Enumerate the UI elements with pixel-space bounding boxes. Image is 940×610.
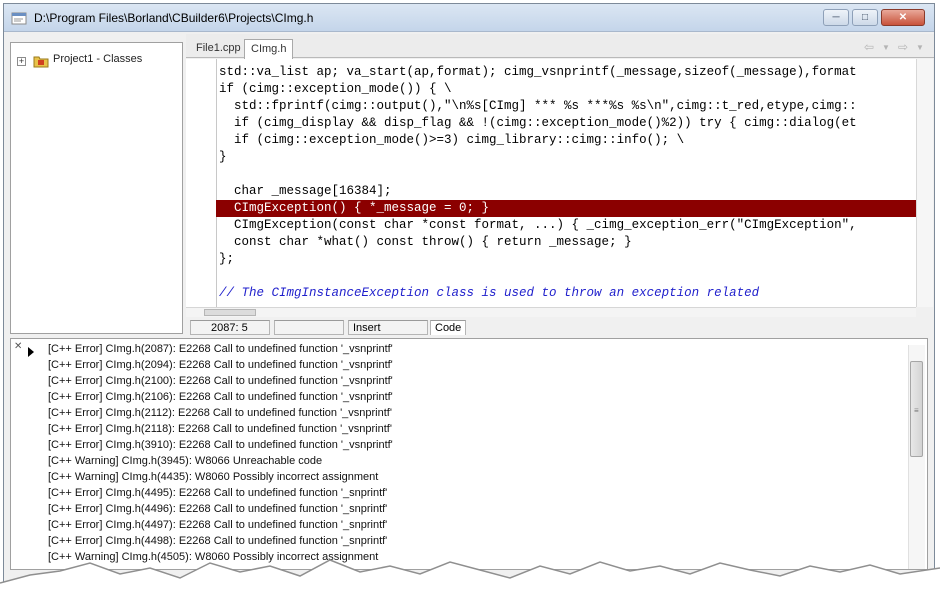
editor-tabstrip: File1.cpp CImg.h ⇦ ▼ ⇨ ▼ xyxy=(186,34,934,59)
project-manager-panel: + Project1 - Classes xyxy=(10,42,183,334)
editor-horizontal-scrollbar[interactable] xyxy=(186,307,916,317)
minimize-button[interactable]: ─ xyxy=(823,9,849,26)
app-icon xyxy=(11,12,27,25)
message-line[interactable]: [C++ Error] CImg.h(2118): E2268 Call to … xyxy=(48,423,392,435)
code-editor: File1.cpp CImg.h ⇦ ▼ ⇨ ▼ std::va_list ap… xyxy=(186,34,934,336)
nav-forward-dropdown-icon[interactable]: ▼ xyxy=(916,43,924,52)
code-line: } xyxy=(219,150,227,164)
code-line: char _message[16384]; xyxy=(219,184,392,198)
message-line[interactable]: [C++ Warning] CImg.h(4435): W8060 Possib… xyxy=(48,471,378,483)
tab-code-view[interactable]: Code xyxy=(430,320,466,335)
message-line[interactable]: [C++ Error] CImg.h(4498): E2268 Call to … xyxy=(48,535,387,547)
message-view: ✕ [C++ Error] CImg.h(2087): E2268 Call t… xyxy=(10,338,928,570)
nav-back-dropdown-icon[interactable]: ▼ xyxy=(882,43,890,52)
editor-hscroll-thumb[interactable] xyxy=(204,309,256,316)
message-line[interactable]: [C++ Error] CImg.h(4496): E2268 Call to … xyxy=(48,503,387,515)
tab-cimg-h[interactable]: CImg.h xyxy=(244,39,294,59)
message-line[interactable]: [C++ Error] CImg.h(2112): E2268 Call to … xyxy=(48,407,392,419)
code-line: std::va_list ap; va_start(ap,format); ci… xyxy=(219,65,857,79)
window-title: D:\Program Files\Borland\CBuilder6\Proje… xyxy=(34,11,314,25)
project-node-label[interactable]: Project1 - Classes xyxy=(53,53,142,65)
message-line[interactable]: [C++ Error] CImg.h(4495): E2268 Call to … xyxy=(48,487,387,499)
maximize-button[interactable]: □ xyxy=(852,9,878,26)
cursor-position: 2087: 5 xyxy=(190,320,270,335)
message-line[interactable]: [C++ Warning] CImg.h(3945): W8066 Unreac… xyxy=(48,455,322,467)
grip-icon: ≡ xyxy=(914,406,919,415)
close-button[interactable]: ✕ xyxy=(881,9,925,26)
gutter-divider xyxy=(216,59,217,307)
code-line-comment: // The CImgInstanceException class is us… xyxy=(219,286,760,300)
modified-indicator xyxy=(274,320,344,335)
code-line: }; xyxy=(219,252,235,266)
code-line: std::fprintf(cimg::output(),"\n%s[CImg] … xyxy=(219,99,857,113)
close-icon[interactable]: ✕ xyxy=(14,341,22,352)
tree-expander-icon[interactable]: + xyxy=(17,57,26,66)
tab-file1-cpp[interactable]: File1.cpp xyxy=(190,39,247,58)
message-arrow-icon xyxy=(28,347,34,357)
message-line[interactable]: [C++ Error] CImg.h(4497): E2268 Call to … xyxy=(48,519,387,531)
message-line[interactable]: [C++ Error] CImg.h(3910): E2268 Call to … xyxy=(48,439,393,451)
nav-back-icon[interactable]: ⇦ xyxy=(864,40,874,54)
insert-mode: Insert xyxy=(348,320,428,335)
tab-build[interactable]: Build xyxy=(34,574,75,592)
message-line[interactable]: [C++ Error] CImg.h(2100): E2268 Call to … xyxy=(48,375,393,387)
message-scroll-thumb[interactable]: ≡ xyxy=(910,361,923,457)
editor-status-bar: 2087: 5 Insert Code xyxy=(186,318,934,336)
message-line[interactable]: [C++ Error] CImg.h(2106): E2268 Call to … xyxy=(48,391,393,403)
code-line-breakpoint: CImgException() { *_message = 0; } xyxy=(216,200,916,217)
message-line[interactable]: [C++ Warning] CImg.h(4505): W8060 Possib… xyxy=(48,551,378,563)
editor-vertical-scrollbar[interactable] xyxy=(916,59,933,307)
nav-forward-icon[interactable]: ⇨ xyxy=(898,40,908,54)
title-bar: D:\Program Files\Borland\CBuilder6\Proje… xyxy=(4,4,934,32)
code-line: if (cimg::exception_mode()) { \ xyxy=(219,82,452,96)
code-line: const char *what() const throw() { retur… xyxy=(219,235,632,249)
ide-window: D:\Program Files\Borland\CBuilder6\Proje… xyxy=(3,3,935,601)
project-icon xyxy=(33,56,49,68)
code-line: CImgException(const char *const format, … xyxy=(219,218,857,232)
code-text-area[interactable]: std::va_list ap; va_start(ap,format); ci… xyxy=(186,59,916,307)
code-line: if (cimg::exception_mode()>=3) cimg_libr… xyxy=(219,133,685,147)
message-vertical-scrollbar[interactable]: ≡ xyxy=(908,345,925,569)
message-line[interactable]: [C++ Error] CImg.h(2094): E2268 Call to … xyxy=(48,359,393,371)
code-line: if (cimg_display && disp_flag && !(cimg:… xyxy=(219,116,857,130)
message-line[interactable]: [C++ Error] CImg.h(2087): E2268 Call to … xyxy=(48,343,393,355)
